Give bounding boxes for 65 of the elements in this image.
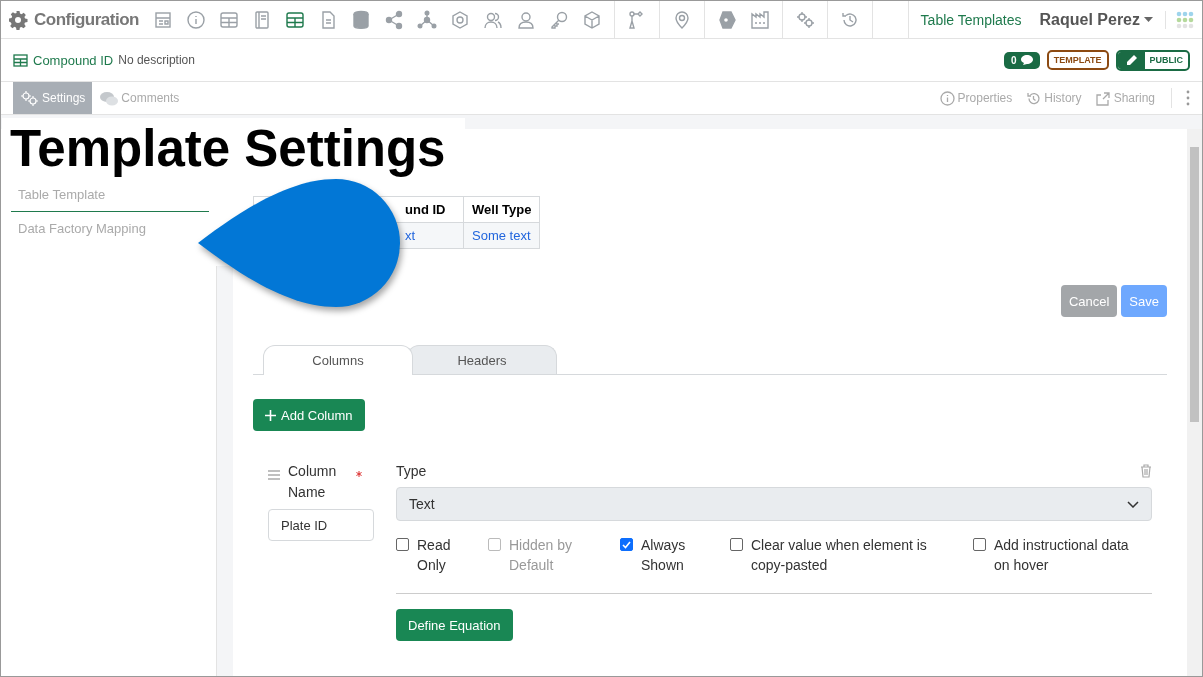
- record-name: Compound ID: [33, 52, 114, 68]
- section-link[interactable]: Table Templates: [907, 1, 1040, 38]
- field-label: Type: [396, 463, 427, 479]
- table-icon[interactable]: [284, 9, 305, 30]
- caret-icon: [1144, 17, 1153, 22]
- table-icon[interactable]: [218, 9, 239, 30]
- settings-icon: [8, 9, 28, 30]
- key-icon[interactable]: [548, 9, 569, 30]
- checkbox[interactable]: [730, 538, 743, 551]
- scrollbar[interactable]: [1187, 129, 1202, 676]
- cancel-button[interactable]: Cancel: [1060, 285, 1118, 317]
- checkbox[interactable]: [620, 538, 633, 551]
- table-cell: Some text: [463, 222, 540, 249]
- plus-icon: [265, 409, 276, 421]
- gears-icon: [20, 90, 40, 106]
- layout-icon[interactable]: [152, 9, 173, 30]
- shield-icon[interactable]: [716, 9, 737, 30]
- share-icon: [1095, 90, 1111, 106]
- properties-link[interactable]: Properties: [939, 90, 1013, 106]
- gears-icon[interactable]: [794, 9, 815, 30]
- save-button[interactable]: Save: [1121, 285, 1167, 317]
- visibility-badge[interactable]: PUBLIC: [1115, 49, 1190, 71]
- sidebar-item[interactable]: Data Factory Mapping: [11, 212, 209, 246]
- checkbox-label: Read Only: [417, 536, 452, 575]
- type-select[interactable]: Text: [396, 487, 1152, 521]
- comment-icon: [1020, 55, 1033, 65]
- info-icon[interactable]: [185, 9, 206, 30]
- database-icon[interactable]: [350, 9, 371, 30]
- checkbox[interactable]: [973, 538, 986, 551]
- network-icon[interactable]: [416, 9, 437, 30]
- info-icon: [939, 90, 955, 106]
- more-icon[interactable]: [1186, 90, 1190, 106]
- page-heading: Template Settings: [2, 118, 465, 180]
- sharing-link[interactable]: Sharing: [1095, 90, 1155, 106]
- tab[interactable]: Columns: [263, 345, 413, 375]
- checkbox-label: Always Shown: [641, 536, 687, 575]
- share-icon[interactable]: [383, 9, 404, 30]
- history-icon: [1026, 90, 1042, 106]
- history-link[interactable]: History: [1026, 90, 1082, 106]
- drag-handle-icon[interactable]: [268, 470, 280, 480]
- trash-icon[interactable]: [1140, 464, 1152, 478]
- pencil-icon: [1125, 54, 1137, 66]
- app-title: Configuration: [34, 9, 139, 30]
- cube-icon[interactable]: [581, 9, 602, 30]
- define-equation-button[interactable]: Define Equation: [396, 609, 513, 641]
- user-menu[interactable]: Raquel Perez: [1039, 10, 1165, 29]
- record-description: No description: [118, 53, 195, 67]
- chevron-down-icon: [1127, 500, 1139, 508]
- table-icon: [13, 53, 28, 67]
- chat-icon: [99, 90, 120, 106]
- column-name-field[interactable]: Plate ID: [268, 509, 374, 541]
- checkbox-label: Add instructional data on hover: [994, 536, 1130, 575]
- column-header: Well Type: [463, 196, 540, 223]
- user-icon[interactable]: [515, 9, 536, 30]
- add-column-button[interactable]: Add Column: [253, 399, 365, 431]
- required-icon: [356, 471, 362, 477]
- comment-count-badge[interactable]: 0: [1004, 51, 1040, 69]
- checkbox-label: Hidden by Default: [509, 536, 574, 575]
- template-badge: TEMPLATE: [1046, 50, 1109, 70]
- checkbox-label: Clear value when element is copy-pasted: [751, 536, 928, 575]
- hexagon-icon[interactable]: [449, 9, 470, 30]
- factory-icon[interactable]: [749, 9, 770, 30]
- field-label: Column Name: [288, 462, 338, 502]
- checkbox[interactable]: [396, 538, 409, 551]
- comments-tab[interactable]: Comments: [92, 82, 187, 114]
